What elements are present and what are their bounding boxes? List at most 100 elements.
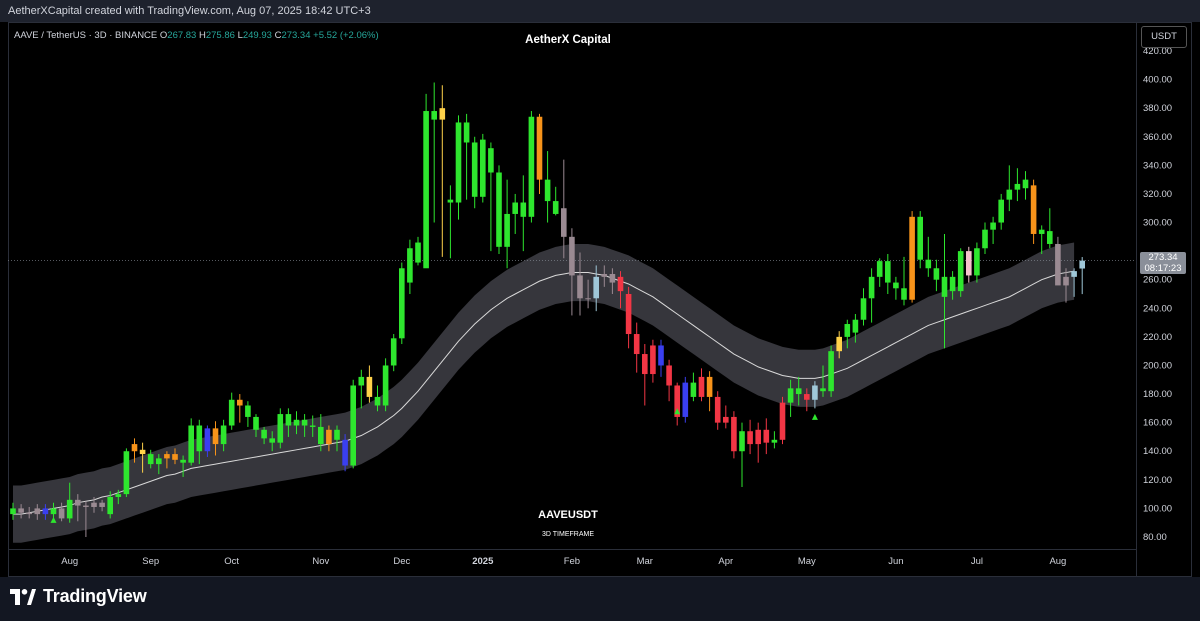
candle-body (342, 439, 348, 466)
candle (1038, 225, 1045, 254)
current-price-value: 273.34 (1148, 251, 1178, 263)
price-tick-label: 220.00 (1143, 332, 1172, 343)
candle-body (658, 345, 664, 366)
candle-body (771, 439, 778, 443)
candle-body (763, 429, 770, 443)
time-tick-label: Nov (312, 556, 329, 567)
candle-body (528, 116, 535, 217)
candle-body (998, 199, 1004, 223)
candle-body (350, 385, 356, 466)
candle-body (75, 499, 81, 506)
candle (480, 133, 486, 203)
candle-body (698, 376, 705, 397)
candle (747, 419, 753, 455)
candle-body (245, 405, 251, 417)
time-tick-label: Aug (61, 556, 78, 567)
candle (415, 236, 421, 266)
candle-body (156, 458, 162, 465)
candle (488, 142, 494, 252)
candle-body (544, 179, 551, 202)
candle (625, 286, 632, 349)
candle (650, 339, 656, 383)
candlestick-chart[interactable]: 80.00 100.00 120.00 140.00 160.00 180.00 200.0… (0, 0, 1200, 621)
candle (237, 394, 243, 423)
candle (739, 422, 745, 487)
watermark: AAVEUSDT 3D TIMEFRAME (538, 509, 598, 538)
candle-body (318, 426, 324, 445)
candle-body (739, 431, 745, 452)
ma-band (13, 242, 1075, 543)
candle (674, 382, 680, 426)
candle (876, 258, 883, 287)
candle-body (83, 505, 89, 507)
candle-body (204, 428, 211, 452)
candle-body (747, 431, 753, 445)
candle (245, 401, 251, 427)
candle (455, 115, 462, 220)
candle (933, 259, 940, 292)
candle (496, 165, 502, 254)
price-tick-label: 100.00 (1143, 503, 1172, 514)
candle-body (1038, 229, 1045, 234)
candle-body (390, 338, 397, 366)
time-tick-label: Apr (718, 556, 733, 567)
candle-body (180, 459, 186, 463)
watermark-symbol: AAVEUSDT (538, 509, 598, 521)
candle-body (990, 222, 996, 230)
candle-body (536, 116, 543, 180)
candle-body (285, 414, 292, 426)
time-axis: Aug Sep Oct Nov Dec 2025 Feb Mar Apr May Jun Jul Aug (61, 556, 1066, 567)
candle-body (115, 494, 122, 497)
candle (642, 344, 648, 406)
candle (690, 372, 697, 402)
candle-body (1014, 183, 1021, 190)
candle (925, 236, 932, 277)
candle-body (812, 385, 818, 400)
price-tick-label: 240.00 (1143, 303, 1172, 314)
candle (682, 376, 689, 423)
candle-body (431, 111, 437, 120)
candle-body (220, 425, 227, 445)
candle-body (925, 259, 932, 269)
candle (1014, 168, 1021, 202)
price-axis: 80.00 100.00 120.00 140.00 160.00 180.00 200.0… (1143, 46, 1172, 543)
time-tick-label: 2025 (472, 556, 494, 567)
candle-body (601, 273, 608, 277)
candle (463, 113, 470, 200)
candle (666, 359, 672, 402)
currency-unit-button[interactable]: USDT (1141, 26, 1187, 48)
candle-body (552, 201, 559, 214)
candle (123, 448, 130, 497)
candle (277, 408, 284, 449)
price-tick-label: 200.00 (1143, 360, 1172, 371)
candle-body (585, 298, 591, 300)
candle-body (447, 199, 454, 203)
time-tick-label: Aug (1049, 556, 1066, 567)
candle-body (844, 324, 851, 337)
candle-body (941, 276, 948, 297)
candle-body (301, 419, 308, 426)
candle-body (617, 276, 624, 292)
candle-body (34, 508, 41, 515)
candle-body (463, 122, 470, 143)
candle-body (455, 122, 462, 203)
candle-body (682, 382, 689, 417)
candle-body (26, 512, 32, 515)
candle-body (974, 248, 980, 276)
candle-body (731, 416, 737, 452)
candle (974, 242, 980, 283)
candle-body (99, 502, 105, 507)
candle-body (50, 508, 57, 515)
candle-body (164, 454, 170, 459)
candle (390, 334, 397, 372)
candle-body (147, 454, 154, 465)
candle-body (714, 396, 721, 423)
tradingview-brand: TradingView (43, 586, 147, 606)
price-tick-label: 300.00 (1143, 218, 1172, 229)
candle-body (358, 376, 365, 386)
candle-body (407, 248, 413, 283)
candle (407, 239, 413, 294)
candle-body (876, 261, 883, 277)
candle-body (334, 429, 340, 440)
candle-body (609, 273, 616, 283)
